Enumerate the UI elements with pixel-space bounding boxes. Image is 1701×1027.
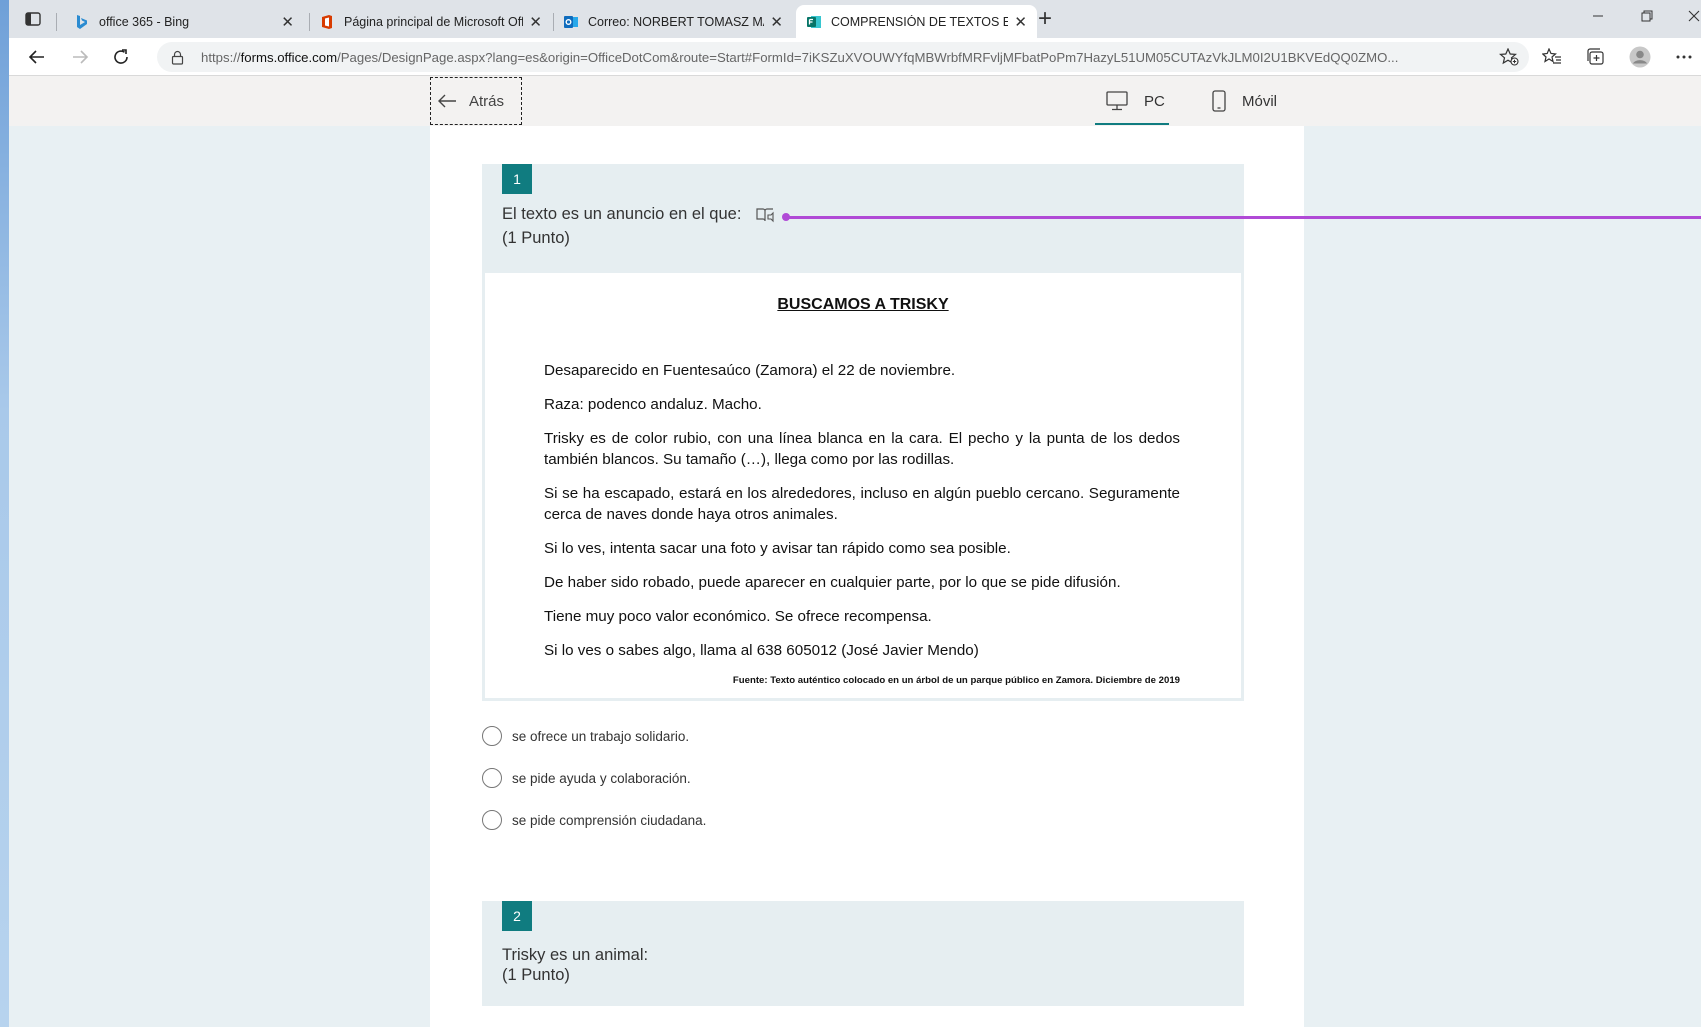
desktop-edge — [0, 0, 9, 1027]
question-title: El texto es un anuncio en el que: — [502, 203, 776, 225]
question-number: 1 — [502, 164, 532, 194]
monitor-icon — [1106, 91, 1128, 111]
tab-title: Correo: NORBERT TOMASZ MAJ — [588, 14, 765, 29]
close-icon[interactable]: ✕ — [529, 13, 542, 31]
refresh-icon[interactable] — [109, 45, 133, 69]
question-2-header: 2 Trisky es un animal: (1 Punto) — [482, 901, 1244, 1006]
mobile-label: Móvil — [1242, 92, 1278, 110]
browser-window: office 365 - Bing ✕ Página principal de … — [9, 0, 1701, 1027]
radio-button[interactable] — [482, 726, 502, 746]
close-icon[interactable]: ✕ — [281, 13, 294, 31]
favorites-icon[interactable] — [1541, 46, 1563, 68]
tab-title: office 365 - Bing — [99, 14, 190, 29]
document-paragraph: Si lo ves, intenta sacar una foto y avis… — [544, 540, 1011, 557]
question-points: (1 Punto) — [502, 966, 570, 984]
document-source: Fuente: Texto auténtico colocado en un á… — [732, 675, 1180, 686]
option-label: se ofrece un trabajo solidario. — [512, 728, 690, 744]
bing-icon — [74, 14, 90, 30]
document-paragraph: Si se ha escapado, estará en los alreded… — [544, 485, 1180, 523]
document-paragraph: Trisky es de color rubio, con una línea … — [544, 430, 1180, 468]
address-bar[interactable]: https://forms.office.com/Pages/DesignPag… — [157, 42, 1529, 72]
url-text[interactable]: https://forms.office.com/Pages/DesignPag… — [201, 50, 1461, 65]
tab-title: Página principal de Microsoft Office — [344, 14, 524, 29]
tab-separator — [56, 13, 57, 31]
document-title: BUSCAMOS A TRISKY — [777, 296, 949, 313]
question-title: Trisky es un animal: — [502, 946, 649, 964]
question-image: BUSCAMOS A TRISKY Desaparecido en Fuente… — [482, 273, 1244, 701]
tab-office[interactable]: Página principal de Microsoft Office ✕ — [309, 5, 552, 38]
document-paragraph: Tiene muy poco valor económico. Se ofrec… — [544, 608, 932, 625]
annotation-line — [785, 216, 1701, 219]
pc-label: PC — [1144, 92, 1165, 110]
immersive-reader-icon[interactable] — [756, 207, 776, 223]
close-icon[interactable]: ✕ — [1014, 13, 1027, 31]
radio-button[interactable] — [482, 768, 502, 788]
question-points: (1 Punto) — [502, 229, 570, 247]
document-paragraph: Desaparecido en Fuentesaúco (Zamora) el … — [544, 362, 956, 379]
annotation-dot — [782, 213, 790, 221]
document-paragraph: Raza: podenco andaluz. Macho. — [544, 396, 762, 413]
tab-actions-icon[interactable] — [21, 8, 45, 30]
new-tab-button[interactable]: + — [1038, 7, 1052, 31]
option-1[interactable]: se ofrece un trabajo solidario. — [482, 726, 689, 746]
document-paragraph: De haber sido robado, puede aparecer en … — [544, 574, 1121, 591]
add-favorite-icon[interactable] — [1498, 47, 1519, 71]
minimize-icon[interactable] — [1592, 9, 1604, 26]
restore-icon[interactable] — [1641, 9, 1653, 26]
document-paragraph: Si lo ves o sabes algo, llama al 638 605… — [544, 642, 979, 659]
collections-icon[interactable] — [1585, 46, 1607, 68]
tab-outlook[interactable]: Correo: NORBERT TOMASZ MAJ ✕ — [553, 5, 793, 38]
back-arrow-icon[interactable] — [25, 45, 49, 69]
question-number: 2 — [502, 901, 532, 931]
outlook-icon — [563, 14, 579, 30]
option-3[interactable]: se pide comprensión ciudadana. — [482, 810, 706, 830]
tab-bar: office 365 - Bing ✕ Página principal de … — [9, 0, 1701, 38]
window-close-icon[interactable] — [1688, 9, 1700, 26]
forms-icon — [806, 14, 822, 30]
back-label: Atrás — [469, 92, 505, 110]
profile-avatar-icon[interactable] — [1629, 46, 1651, 68]
office-icon — [319, 14, 335, 30]
back-arrow-icon — [437, 93, 457, 109]
phone-icon — [1212, 90, 1226, 112]
forms-preview-bar: Atrás PC Móvil — [9, 76, 1701, 126]
option-label: se pide ayuda y colaboración. — [512, 770, 691, 786]
forward-arrow-icon[interactable] — [68, 45, 92, 69]
tab-title: COMPRENSIÓN DE TEXTOS ESCRITOS — [831, 14, 1009, 29]
tab-pc[interactable]: PC — [1095, 76, 1169, 126]
tab-forms-active[interactable]: COMPRENSIÓN DE TEXTOS ESCRITOS ✕ — [796, 5, 1037, 38]
lock-icon[interactable] — [171, 49, 187, 65]
close-icon[interactable]: ✕ — [770, 13, 783, 31]
more-menu-icon[interactable] — [1673, 46, 1695, 68]
back-button[interactable]: Atrás — [430, 77, 522, 125]
tab-bing[interactable]: office 365 - Bing ✕ — [64, 5, 304, 38]
form-page: 1 El texto es un anuncio en el que: (1 P… — [430, 126, 1304, 1027]
tab-mobile[interactable]: Móvil — [1212, 76, 1277, 126]
option-2[interactable]: se pide ayuda y colaboración. — [482, 768, 691, 788]
option-label: se pide comprensión ciudadana. — [512, 812, 707, 828]
radio-button[interactable] — [482, 810, 502, 830]
address-toolbar: https://forms.office.com/Pages/DesignPag… — [9, 38, 1701, 76]
